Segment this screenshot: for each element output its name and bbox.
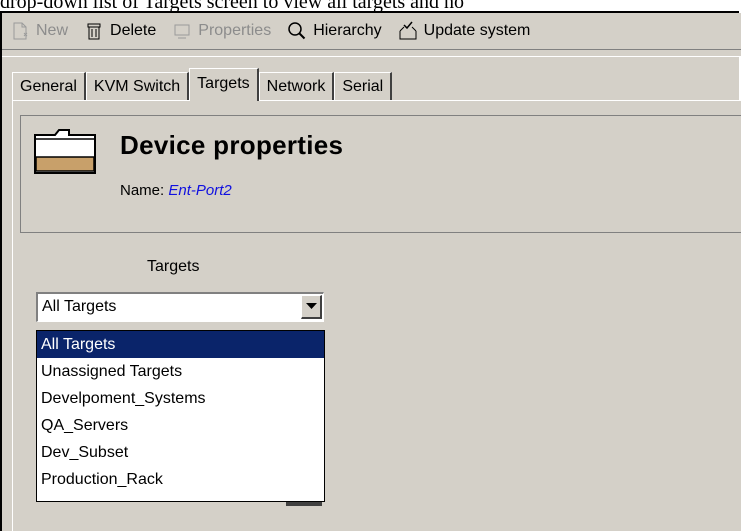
page-title: Device properties <box>120 130 344 160</box>
caption-text: drop-down list of Targets screen to view… <box>0 0 465 11</box>
tray-checkmark-icon <box>398 21 418 41</box>
new-button[interactable]: New <box>10 21 68 41</box>
chevron-down-icon <box>305 303 317 309</box>
properties-label: Properties <box>198 22 272 39</box>
tab-serial[interactable]: Serial <box>334 72 393 100</box>
targets-select[interactable]: All Targets <box>36 292 324 322</box>
name-label: Name: <box>120 182 165 199</box>
delete-label: Delete <box>110 22 157 39</box>
update-system-label: Update system <box>423 22 531 39</box>
properties-icon <box>172 21 192 41</box>
toolbar: New Delete Properties Hierarchy Update s… <box>2 13 741 49</box>
dropdown-option[interactable]: Dev_Subset <box>37 439 324 466</box>
update-system-button[interactable]: Update system <box>398 21 531 41</box>
tab-bar: General KVM Switch Targets Network Seria… <box>12 68 393 101</box>
tab-general[interactable]: General <box>12 72 86 100</box>
properties-button[interactable]: Properties <box>172 21 271 41</box>
tab-targets[interactable]: Targets <box>189 68 259 101</box>
hierarchy-label: Hierarchy <box>313 22 382 39</box>
dropdown-option[interactable]: QA_Servers <box>37 412 324 439</box>
delete-button[interactable]: Delete <box>84 21 156 41</box>
new-icon <box>10 21 30 41</box>
dropdown-option[interactable]: Unassigned Targets <box>37 358 324 385</box>
toolbar-divider <box>2 49 741 57</box>
magnifier-icon <box>287 21 307 41</box>
dropdown-option[interactable]: All Targets <box>37 331 324 358</box>
device-name-row: Name: Ent-Port2 <box>120 182 232 199</box>
tab-network[interactable]: Network <box>258 72 335 100</box>
targets-dropdown-list: All Targets Unassigned Targets Develpome… <box>36 330 325 502</box>
dropdown-option[interactable]: Production_Rack <box>37 466 324 493</box>
folder-icon <box>32 127 98 175</box>
hierarchy-button[interactable]: Hierarchy <box>287 21 382 41</box>
dropdown-option[interactable]: Develpoment_Systems <box>37 385 324 412</box>
device-name-value: Ent-Port2 <box>168 182 232 199</box>
targets-select-value: All Targets <box>42 298 117 315</box>
new-label: New <box>36 22 69 39</box>
tab-kvm-switch[interactable]: KVM Switch <box>85 72 190 100</box>
trash-icon <box>84 21 104 41</box>
dropdown-button[interactable] <box>301 295 322 319</box>
targets-label: Targets <box>147 258 200 275</box>
